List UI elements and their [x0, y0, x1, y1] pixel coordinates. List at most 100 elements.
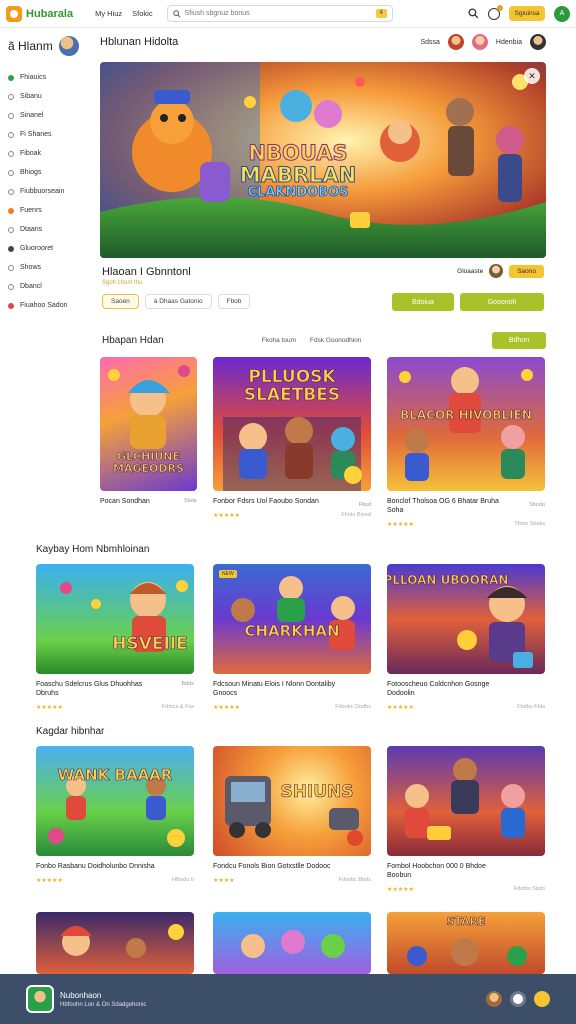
- hero-info: Hlaoan I Gbnntonl Sgoh chom thu Gloaaste…: [100, 262, 546, 320]
- hero-title: Hlaoan I Gbnntonl: [102, 266, 191, 278]
- game-title: Fdcsoun Minatu Elois I Nlonn Dontaliby G…: [213, 681, 336, 697]
- user-avatar-button[interactable]: A: [554, 5, 570, 22]
- game-card[interactable]: NEW CHARKHAN Fdcsoun Minatu Elois I Nlon…: [213, 564, 371, 711]
- star-rating-icon: ★★★★★: [387, 704, 414, 711]
- now-playing-bar[interactable]: Nubonhaon Hbfoohn Lon & On Sdadgehonic: [0, 974, 576, 1024]
- hero-action-button-1[interactable]: Bdoiua: [392, 293, 454, 311]
- game-card[interactable]: SHIUNS Fondcu Fonols Bion Gotxstlle Dodo…: [213, 746, 371, 884]
- game-card[interactable]: PLLUOSK SLAETBES Fonbor Fdsrs Uol Faoubo…: [213, 357, 371, 519]
- sign-in-button[interactable]: Sgiuinsa: [509, 6, 545, 21]
- search-icon: [467, 8, 478, 19]
- game-thumbnail: NEW CHARKHAN: [213, 564, 371, 674]
- avatar[interactable]: [471, 34, 488, 50]
- nav-link-1[interactable]: My Hiuz: [95, 9, 122, 18]
- rating-count: Fdoobc Dodbs: [335, 703, 371, 710]
- sidebar-item[interactable]: Fiuahoo Sadon: [0, 296, 90, 315]
- top-bar: Hubarala My Hiuz Sfokic Sfiush sbgnuz bo…: [0, 0, 576, 28]
- game-logo-text: WANK BAAAR: [57, 766, 173, 784]
- game-card[interactable]: [213, 912, 371, 974]
- star-rating-icon: ★★★★★: [213, 704, 240, 711]
- avatar[interactable]: [486, 991, 502, 1007]
- search-input[interactable]: Sfiush sbgnuz bonus 4: [166, 5, 393, 22]
- game-logo-text: STARE: [446, 915, 486, 928]
- close-icon[interactable]: ✕: [524, 68, 540, 84]
- avatar[interactable]: [530, 34, 546, 50]
- sidebar-item[interactable]: Fiboak: [0, 144, 90, 163]
- sidebar-item[interactable]: Bhiogs: [0, 163, 90, 182]
- game-thumbnail: PLLUOSK SLAETBES: [213, 357, 371, 491]
- sidebar-item[interactable]: Gluorooret: [0, 239, 90, 258]
- game-logo-text: HSVEIIE: [112, 634, 188, 654]
- star-rating-icon: ★★★★★: [36, 704, 63, 711]
- section-header: Kagdar hibnhar: [36, 723, 104, 739]
- game-thumbnail: HSVEIIE: [36, 564, 194, 674]
- app-logo[interactable]: Hubarala: [6, 5, 73, 22]
- follow-button[interactable]: Saono: [509, 264, 544, 278]
- header-link-1[interactable]: Sdssa: [420, 39, 439, 46]
- sidebar-item[interactable]: Dtaans: [0, 220, 90, 239]
- tag-chip[interactable]: Fbob: [217, 294, 251, 309]
- star-rating-icon: ★★★★★: [36, 877, 63, 884]
- game-title: Fondcu Fonols Bion Gotxstlle Dodooc: [213, 863, 331, 870]
- tag-chip[interactable]: Saoen: [102, 294, 139, 309]
- avatar[interactable]: [447, 34, 464, 50]
- top-nav: My Hiuz Sfokic: [95, 9, 153, 18]
- sidebar-item[interactable]: Fuenrs: [0, 201, 90, 220]
- game-card[interactable]: WANK BAAAR Fonbo Rasbanu Doidholunbo Dnn…: [36, 746, 194, 884]
- game-card[interactable]: [36, 912, 194, 974]
- now-playing-info: Nubonhaon Hbfoohn Lon & On Sdadgehonic: [60, 991, 146, 1008]
- play-icon[interactable]: [534, 991, 550, 1007]
- notification-bell-icon[interactable]: [488, 4, 503, 20]
- sidebar-item-label: Bhiogs: [20, 169, 42, 176]
- hero-host: Gloaaste Saono: [457, 264, 544, 278]
- sidebar-item[interactable]: Fi Shanes: [0, 125, 90, 144]
- game-thumbnail: GLCHIUNE MAGEODRS: [100, 357, 197, 491]
- game-meta: Shodo: [529, 502, 545, 508]
- sidebar-item[interactable]: Fhiauics: [0, 68, 90, 87]
- game-rating: ★★★★★ Fdoobc Dodbs: [213, 704, 371, 711]
- sidebar-item[interactable]: Dbancl: [0, 277, 90, 296]
- hero-action-button-2[interactable]: Gooonoh: [460, 293, 544, 311]
- sidebar-item[interactable]: Sinanel: [0, 106, 90, 125]
- sidebar-item[interactable]: Fiubbuorseain: [0, 182, 90, 201]
- game-logo-text: GLCHIUNE MAGEODRS: [113, 450, 184, 475]
- game-card[interactable]: GLCHIUNE MAGEODRS Pocan Sondhan Sbde: [100, 357, 197, 507]
- section-header: Hbapan Hdan Fkoha toum Fdsk Goonodhion B…: [102, 330, 546, 350]
- search-button[interactable]: [467, 8, 479, 20]
- game-card[interactable]: HSVEIIE Foaschu Sdelcrus Glus Dhuohhas D…: [36, 564, 194, 711]
- game-card[interactable]: PLLOAN UBOORAN Fotooscheuo Coldcnhon Gos…: [387, 564, 545, 711]
- game-meta: Fbsd: [358, 502, 371, 508]
- sidebar-item[interactable]: Sibanu: [0, 87, 90, 106]
- game-logo-text: PLLUOSK SLAETBES: [243, 367, 341, 405]
- rating-count: Fdotbs Sbdo: [513, 885, 545, 892]
- game-card[interactable]: BLACOR HIVOBLIEN Bonclof Tholsoa OG 6 Bh…: [387, 357, 545, 528]
- header-actions: Sdssa Hdenbia: [420, 34, 546, 50]
- avatar[interactable]: [489, 264, 504, 278]
- character-illustration: [399, 367, 533, 481]
- game-logo-text: SHIUNS: [280, 782, 354, 802]
- sidebar-item-label: Gluorooret: [20, 245, 54, 252]
- filter-link[interactable]: Fdsk Goonodhion: [310, 337, 361, 344]
- filter-link[interactable]: Fkoha toum: [262, 337, 296, 344]
- link-icon: [8, 112, 14, 119]
- nav-link-2[interactable]: Sfokic: [132, 9, 152, 18]
- game-card[interactable]: STARE: [387, 912, 545, 974]
- avatar: [58, 36, 79, 56]
- host-label: Gloaaste: [457, 267, 484, 275]
- sidebar-item-label: Sibanu: [20, 93, 42, 100]
- sidebar-item-label: Dbancl: [20, 283, 42, 290]
- game-meta: Bdds: [181, 681, 194, 687]
- header-link-2[interactable]: Hdenbia: [496, 39, 522, 46]
- section-button[interactable]: Bdhon: [492, 331, 546, 349]
- tag-chip[interactable]: à Dhaas Gatonio: [144, 294, 212, 309]
- game-title: Fombol Hoobchon 000 0 Bhdoe Boobun: [387, 863, 486, 879]
- sidebar-item-label: Shows: [20, 264, 42, 271]
- sidebar-item[interactable]: Shows: [0, 258, 90, 277]
- game-rating: ★★★★★ Hfbsdu b: [36, 877, 194, 884]
- game-card[interactable]: Fombol Hoobchon 000 0 Bhdoe Boobun ★★★★★…: [387, 746, 545, 893]
- circle-icon: [8, 283, 14, 290]
- settings-icon[interactable]: [510, 991, 526, 1007]
- sidebar-user[interactable]: ã Hlanm: [0, 28, 90, 64]
- hero-banner[interactable]: NBOUAS MABRLAN CLAKNDOBOS ✕: [100, 62, 546, 258]
- circle-icon: [8, 226, 14, 233]
